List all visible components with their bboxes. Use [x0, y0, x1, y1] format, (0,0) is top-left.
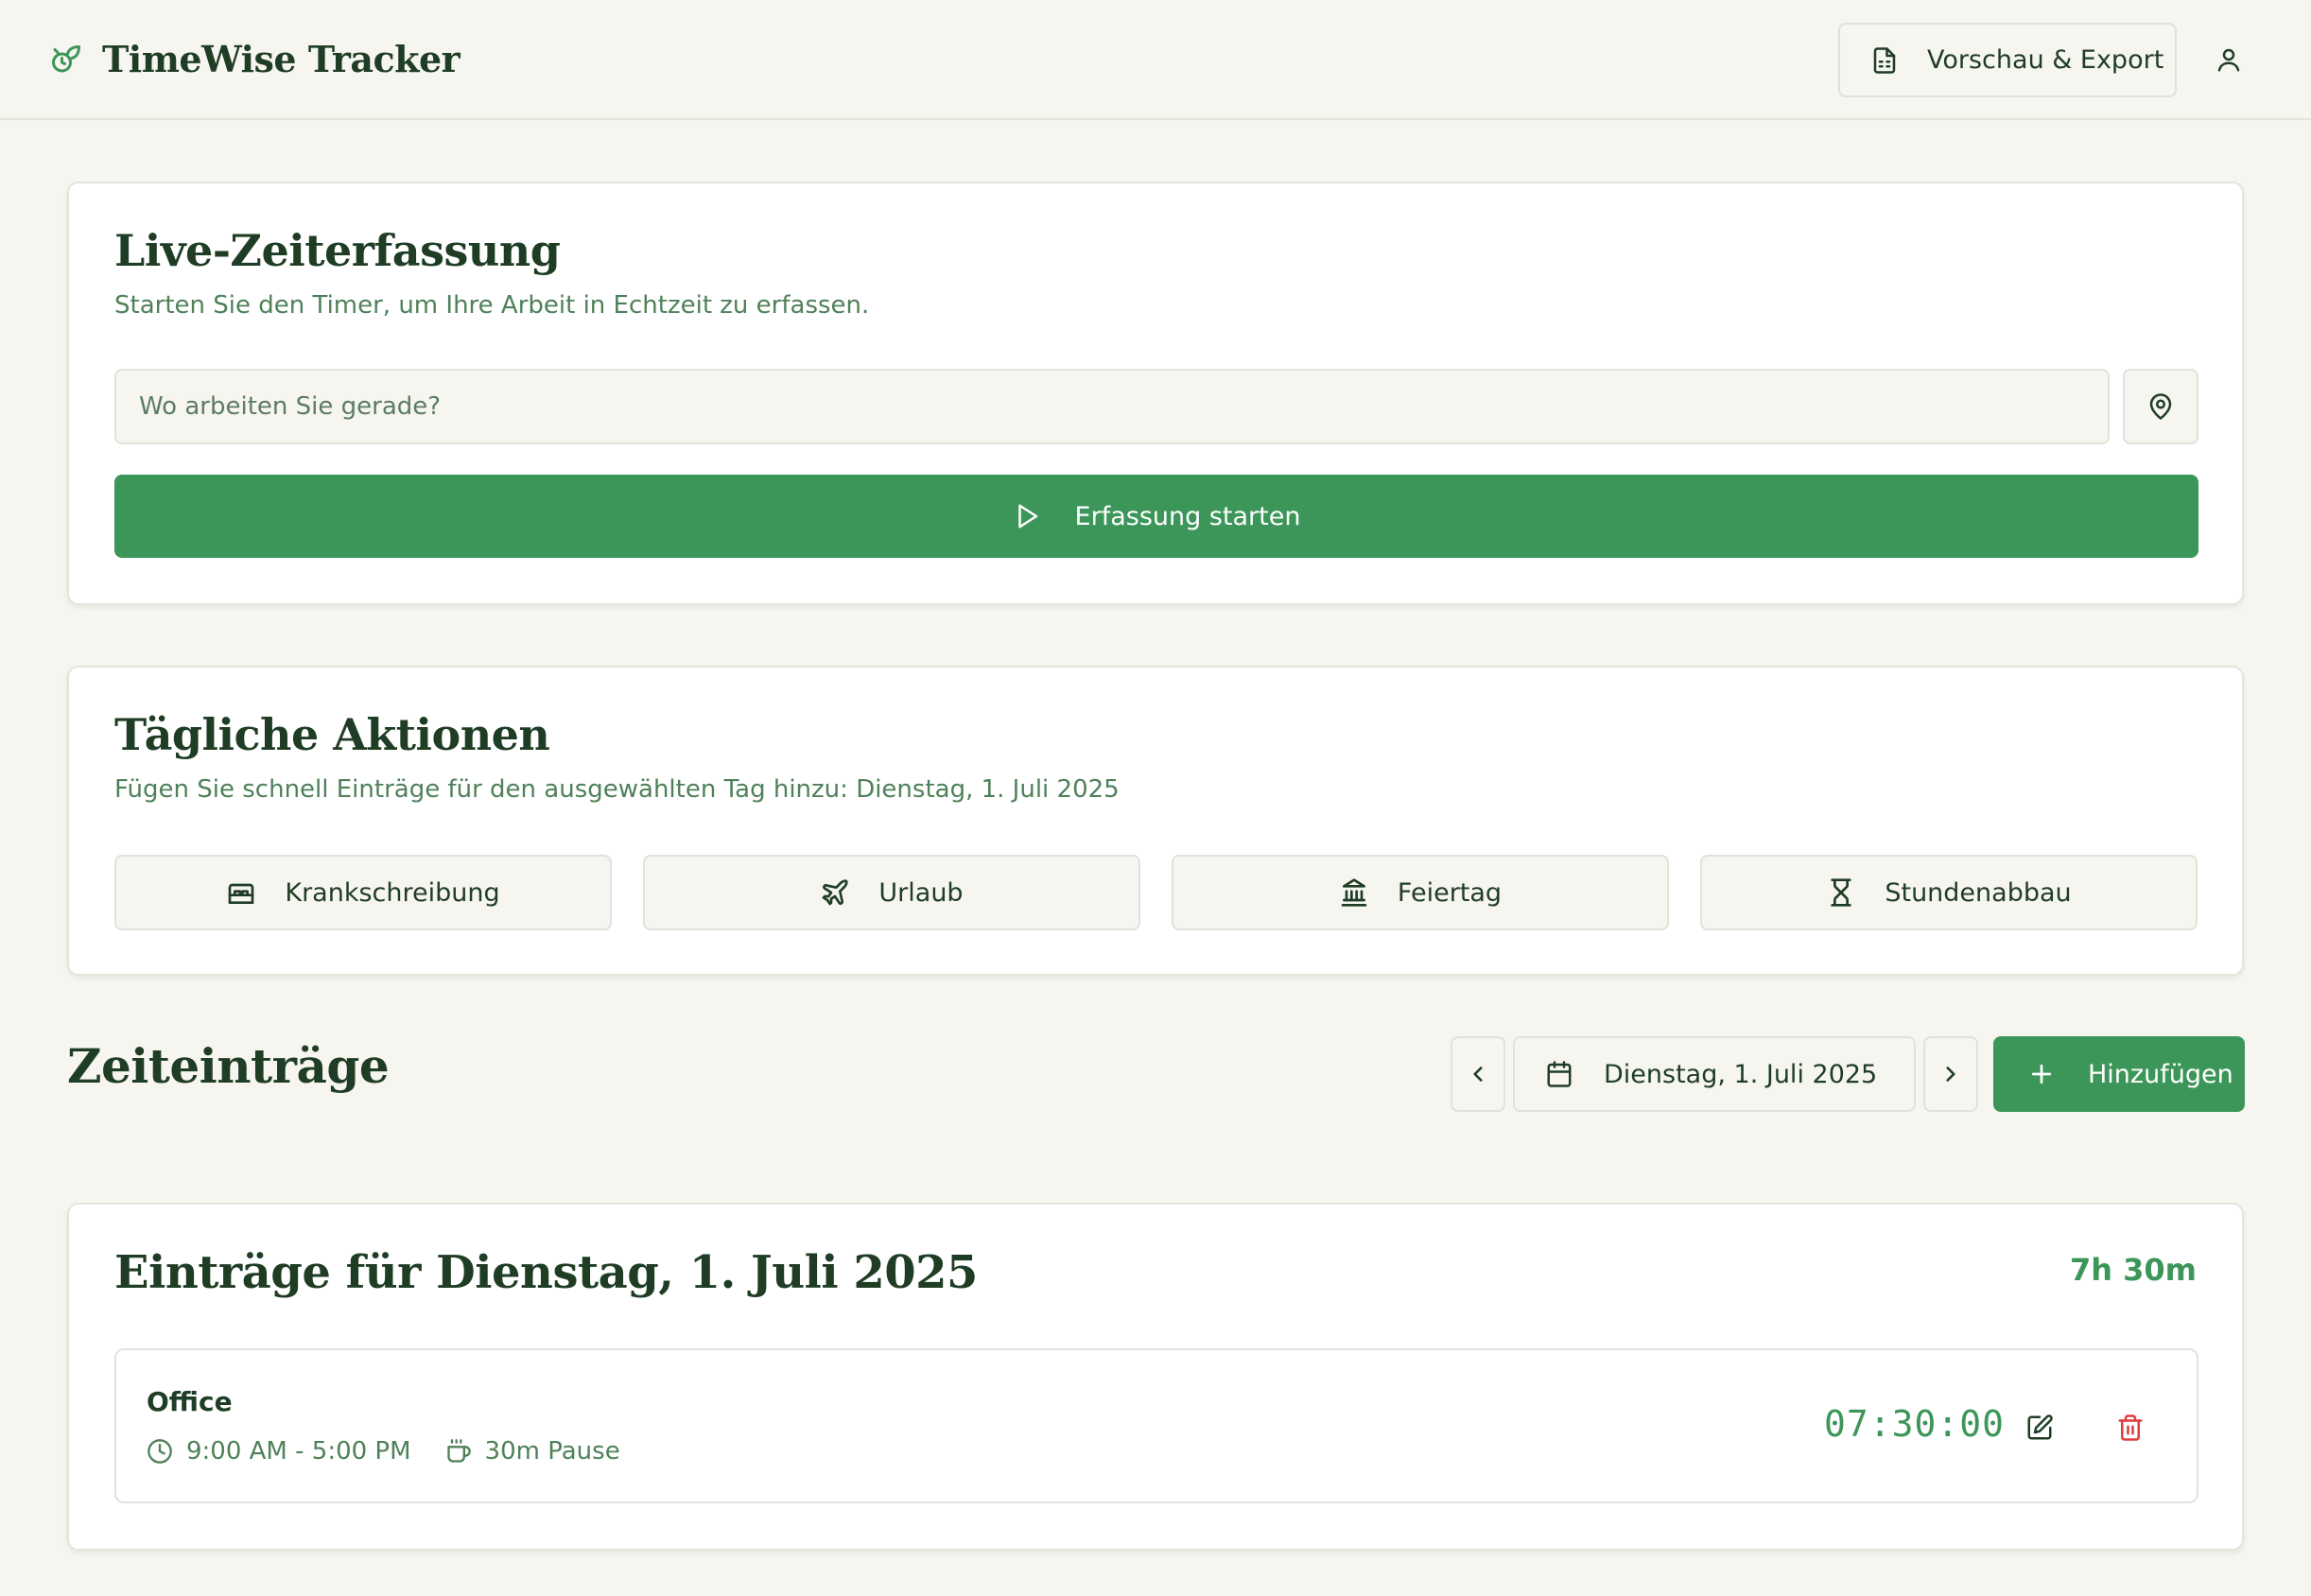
- time-entry[interactable]: Office 9:00 AM - 5:00 PM 30m Pause 07:30…: [114, 1348, 2198, 1503]
- start-tracking-label: Erfassung starten: [1074, 501, 1301, 531]
- day-total: 7h 30m: [2069, 1252, 2197, 1288]
- live-title: Live-Zeiterfassung: [114, 225, 561, 276]
- selected-date-label: Dienstag, 1. Juli 2025: [1604, 1059, 1878, 1089]
- entry-time-range: 9:00 AM - 5:00 PM: [147, 1437, 411, 1466]
- map-pin-icon: [2146, 392, 2175, 421]
- overtime-reduction-label: Stundenabbau: [1885, 877, 2072, 908]
- add-entry-button[interactable]: Hinzufügen: [1993, 1036, 2245, 1112]
- day-entries-title: Einträge für Dienstag, 1. Juli 2025: [114, 1246, 978, 1299]
- calendar-icon: [1545, 1060, 1573, 1088]
- holiday-button[interactable]: Feiertag: [1172, 855, 1669, 930]
- entry-location: Office: [147, 1386, 233, 1417]
- time-range-text: 9:00 AM - 5:00 PM: [186, 1437, 411, 1466]
- location-input[interactable]: [139, 392, 2108, 421]
- edit-entry-button[interactable]: [2019, 1407, 2060, 1449]
- overtime-reduction-button[interactable]: Stundenabbau: [1700, 855, 2198, 930]
- export-label: Vorschau & Export: [1927, 45, 2164, 75]
- plane-icon: [820, 877, 850, 908]
- holiday-label: Feiertag: [1397, 877, 1503, 908]
- previous-day-button[interactable]: [1451, 1036, 1505, 1112]
- file-text-icon: [1870, 46, 1899, 75]
- hourglass-icon: [1826, 877, 1856, 908]
- delete-entry-button[interactable]: [2110, 1407, 2151, 1449]
- plus-icon: [2027, 1060, 2056, 1088]
- vacation-label: Urlaub: [878, 877, 964, 908]
- chevron-right-icon: [1938, 1062, 1963, 1086]
- use-location-button[interactable]: [2123, 369, 2198, 444]
- landmark-icon: [1339, 877, 1369, 908]
- entry-duration: 07:30:00: [1824, 1403, 2006, 1445]
- add-entry-label: Hinzufügen: [2088, 1059, 2233, 1089]
- sick-leave-label: Krankschreibung: [285, 877, 500, 908]
- brand[interactable]: TimeWise Tracker: [49, 38, 460, 80]
- live-tracking-card: Live-Zeiterfassung Starten Sie den Timer…: [67, 182, 2244, 605]
- pause-text: 30m Pause: [484, 1437, 620, 1466]
- preview-export-button[interactable]: Vorschau & Export: [1838, 23, 2177, 97]
- user-menu-button[interactable]: [2209, 40, 2249, 79]
- location-input-wrapper: [114, 369, 2110, 444]
- day-entries-card: Einträge für Dienstag, 1. Juli 2025 7h 3…: [67, 1203, 2244, 1551]
- trash-icon: [2116, 1414, 2145, 1442]
- live-subtitle: Starten Sie den Timer, um Ihre Arbeit in…: [114, 291, 870, 320]
- start-tracking-button[interactable]: Erfassung starten: [114, 475, 2198, 558]
- bed-icon: [226, 877, 256, 908]
- daily-title: Tägliche Aktionen: [114, 709, 550, 760]
- user-icon: [2215, 45, 2243, 74]
- entry-meta: 9:00 AM - 5:00 PM 30m Pause: [147, 1437, 654, 1466]
- coffee-icon: [445, 1438, 472, 1465]
- date-picker-button[interactable]: Dienstag, 1. Juli 2025: [1513, 1036, 1916, 1112]
- vacation-button[interactable]: Urlaub: [643, 855, 1140, 930]
- sick-leave-button[interactable]: Krankschreibung: [114, 855, 612, 930]
- chevron-left-icon: [1466, 1062, 1490, 1086]
- edit-icon: [2025, 1414, 2054, 1442]
- entries-section-title: Zeiteinträge: [67, 1038, 390, 1094]
- sprout-timer-icon: [49, 43, 83, 77]
- app-title: TimeWise Tracker: [102, 38, 460, 80]
- clock-icon: [147, 1438, 173, 1465]
- play-icon: [1013, 502, 1041, 530]
- entry-pause: 30m Pause: [445, 1437, 620, 1466]
- daily-subtitle: Fügen Sie schnell Einträge für den ausge…: [114, 775, 1120, 804]
- next-day-button[interactable]: [1923, 1036, 1978, 1112]
- daily-actions-card: Tägliche Aktionen Fügen Sie schnell Eint…: [67, 666, 2244, 976]
- app-header: TimeWise Tracker Vorschau & Export: [0, 0, 2311, 120]
